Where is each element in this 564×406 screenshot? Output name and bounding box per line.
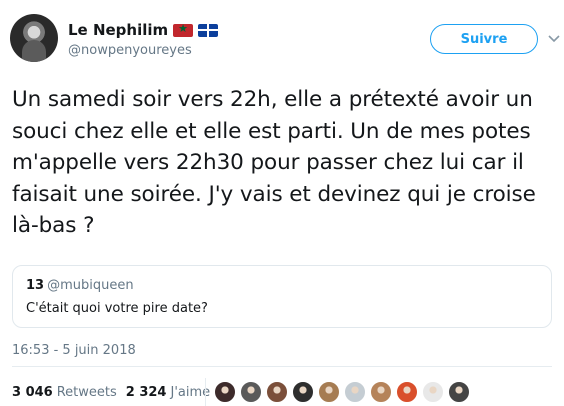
- liker-avatar-icon[interactable]: [344, 381, 366, 403]
- liker-avatar-icon[interactable]: [396, 381, 418, 403]
- quoted-tweet-name: 13: [26, 278, 45, 293]
- liker-avatar-icon[interactable]: [318, 381, 340, 403]
- liker-avatar-icon[interactable]: [266, 381, 288, 403]
- author-avatar[interactable]: [10, 14, 58, 62]
- chevron-down-icon[interactable]: [547, 31, 561, 45]
- liker-avatar-icon[interactable]: [214, 381, 236, 403]
- tweet-text: Un samedi soir vers 22h, elle a prétexté…: [12, 87, 536, 238]
- tweet-timestamp[interactable]: 16:53 - 5 juin 2018: [12, 343, 136, 358]
- liker-avatar-icon[interactable]: [292, 381, 314, 403]
- quoted-tweet-meta: 13 @mubiqueen: [26, 278, 134, 293]
- tweet-stats: 3 046 Retweets 2 324 J'aime: [12, 385, 219, 400]
- flag-quebec-icon: [198, 23, 219, 37]
- follow-button[interactable]: Suivre: [430, 24, 538, 54]
- liker-avatars: [214, 381, 470, 403]
- flag-morocco-icon: [173, 22, 194, 37]
- liker-avatar-icon[interactable]: [422, 381, 444, 403]
- author-display-name[interactable]: Le Nephilim: [68, 21, 168, 39]
- quoted-tweet-text: C'était quoi votre pire date?: [26, 301, 208, 316]
- tweet-header: Le Nephilim @nowpenyoureyes Suivre: [10, 14, 560, 64]
- retweets-count[interactable]: 3 046: [12, 385, 53, 400]
- quoted-tweet[interactable]: 13 @mubiqueen C'était quoi votre pire dat…: [12, 265, 552, 328]
- quoted-tweet-handle: @mubiqueen: [47, 278, 134, 293]
- liker-avatar-icon[interactable]: [240, 381, 262, 403]
- liker-avatar-icon[interactable]: [370, 381, 392, 403]
- likes-count[interactable]: 2 324: [126, 385, 167, 400]
- retweets-label[interactable]: Retweets: [57, 385, 117, 400]
- liker-avatar-icon[interactable]: [448, 381, 470, 403]
- stats-vertical-divider: [205, 378, 206, 406]
- stats-divider-line: [12, 366, 552, 367]
- author-handle[interactable]: @nowpenyoureyes: [68, 43, 192, 58]
- author-name-line: Le Nephilim: [68, 21, 219, 39]
